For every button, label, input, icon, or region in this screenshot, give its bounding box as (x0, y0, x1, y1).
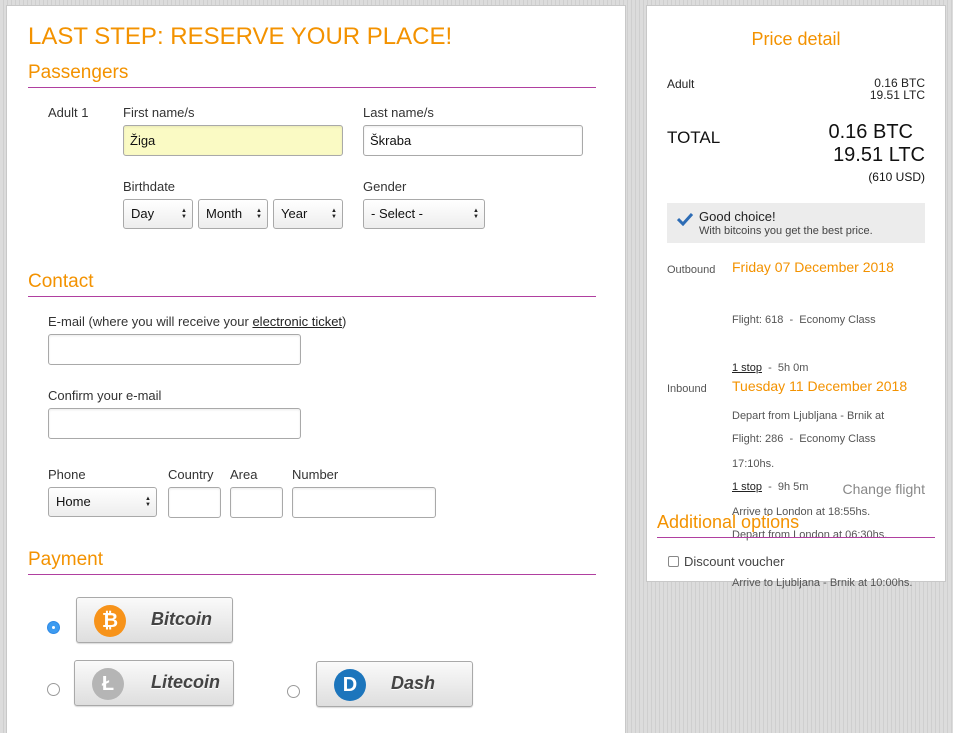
total-ltc-value: 19.51 (833, 144, 884, 166)
outbound-duration: - 5h 0m (761, 362, 809, 374)
total-usd: (610 USD) (868, 170, 925, 184)
good-choice-text: With bitcoins you get the best price. (699, 225, 873, 237)
gender-label: Gender (363, 179, 407, 194)
inbound-details: Flight: 286 - Economy Class 1 stop - 9h … (732, 399, 912, 623)
contact-divider (28, 296, 596, 297)
confirm-email-field[interactable] (48, 408, 301, 439)
price-detail-heading: Price detail (751, 29, 841, 49)
email-label-close: ) (342, 314, 347, 329)
checkmark-icon (677, 212, 693, 226)
confirm-email-label: Confirm your e-mail (48, 388, 162, 403)
passengers-heading: Passengers (28, 62, 129, 83)
birth-year-select[interactable]: Year ▲ ▼ (273, 199, 343, 229)
outbound-flight: Flight: 618 - Economy Class (732, 314, 876, 326)
litecoin-icon: Ł (92, 668, 124, 700)
area-label: Area (230, 467, 258, 482)
birth-year-value: Year (281, 206, 308, 221)
inbound-label: Inbound (667, 383, 707, 395)
contact-heading: Contact (28, 271, 94, 292)
litecoin-button[interactable]: Ł Litecoin (74, 660, 234, 706)
outbound-date: Friday 07 December 2018 (732, 259, 894, 275)
passenger-label: Adult 1 (48, 105, 89, 120)
first-name-field[interactable]: Žiga (123, 125, 343, 156)
birth-day-value: Day (131, 206, 155, 221)
bitcoin-radio[interactable] (47, 621, 60, 634)
inbound-arrive: Arrive to Ljubljana - Brnik at 10:00hs. (732, 577, 913, 589)
last-name-label: Last name/s (363, 105, 434, 120)
total-ltc-unit: LTC (888, 144, 925, 166)
change-flight-link[interactable]: Change flight (842, 481, 925, 497)
country-code-field[interactable] (168, 487, 221, 518)
discount-voucher-checkbox[interactable] (668, 556, 679, 567)
outbound-stops-row: 1 stop - 5h 0m (732, 360, 884, 376)
outbound-label: Outbound (667, 264, 716, 276)
discount-voucher-label: Discount voucher (684, 554, 785, 569)
good-choice-box: Good choice! With bitcoins you get the b… (667, 203, 925, 243)
adult-price: 0.16 BTC 19.51 LTC (870, 77, 925, 101)
inbound-stops-link[interactable]: 1 stop (732, 481, 762, 493)
inbound-duration: - 9h 5m (761, 481, 809, 493)
adult-price-ltc: 19.51 LTC (869, 88, 925, 102)
select-arrows-icon: ▲ ▼ (331, 208, 337, 220)
total-label: TOTAL (667, 128, 721, 147)
select-arrows-icon: ▲ ▼ (181, 208, 187, 220)
litecoin-radio[interactable] (47, 683, 60, 696)
dash-icon: D (334, 669, 366, 701)
first-name-label: First name/s (123, 105, 195, 120)
dash-radio[interactable] (287, 685, 300, 698)
birth-month-value: Month (206, 206, 243, 221)
inbound-date: Tuesday 11 December 2018 (732, 378, 908, 394)
area-code-field[interactable] (230, 487, 283, 518)
good-choice-title: Good choice! (699, 209, 776, 224)
phone-type-value: Home (56, 494, 91, 509)
phone-number-field[interactable] (292, 487, 436, 518)
price-detail-panel: Price detail Adult 0.16 BTC 19.51 LTC TO… (646, 5, 946, 589)
country-label: Country (168, 467, 214, 482)
outbound-stops-link[interactable]: 1 stop (732, 362, 762, 374)
passengers-divider (28, 87, 596, 88)
adult-label: Adult (667, 77, 695, 91)
total-btc: 0.16 BTC (829, 121, 926, 144)
total-btc-unit: BTC (873, 121, 913, 143)
payment-divider (28, 574, 596, 575)
email-field[interactable] (48, 334, 301, 365)
gender-select[interactable]: - Select - ▲ ▼ (363, 199, 485, 229)
additional-options-heading: Additional options (657, 512, 800, 532)
page-title: LAST STEP: RESERVE YOUR PLACE! (28, 23, 453, 50)
email-label-text: E-mail (where you will receive your (48, 314, 253, 329)
birthdate-label: Birthdate (123, 179, 176, 194)
select-arrows-icon: ▲ ▼ (256, 208, 262, 220)
dash-label: Dash (391, 673, 436, 693)
bitcoin-icon: ₿ (94, 605, 126, 637)
reservation-form: LAST STEP: RESERVE YOUR PLACE! Passenger… (6, 5, 626, 733)
payment-heading: Payment (28, 549, 103, 570)
select-arrows-icon: ▲ ▼ (473, 208, 479, 220)
additional-options-divider (657, 537, 935, 538)
electronic-ticket-link[interactable]: electronic ticket (252, 314, 342, 329)
phone-type-select[interactable]: Home ▲ ▼ (48, 487, 157, 517)
phone-label: Phone (48, 467, 86, 482)
number-label: Number (292, 467, 339, 482)
email-label: E-mail (where you will receive your elec… (48, 314, 346, 329)
bitcoin-label: Bitcoin (151, 609, 212, 629)
last-name-field[interactable]: Škraba (363, 125, 583, 156)
litecoin-label: Litecoin (151, 672, 221, 692)
dash-button[interactable]: D Dash (316, 661, 473, 707)
total-ltc: 19.51 LTC (829, 144, 925, 167)
select-arrows-icon: ▲ ▼ (145, 496, 151, 508)
birth-day-select[interactable]: Day ▲ ▼ (123, 199, 193, 229)
total-btc-value: 0.16 (828, 121, 868, 143)
birth-month-select[interactable]: Month ▲ ▼ (198, 199, 268, 229)
gender-value: - Select - (371, 206, 424, 221)
bitcoin-button[interactable]: ₿ Bitcoin (76, 597, 233, 643)
total-price: 0.16 BTC 19.51 LTC (610 USD) (829, 121, 926, 187)
inbound-flight: Flight: 286 - Economy Class (732, 433, 876, 445)
